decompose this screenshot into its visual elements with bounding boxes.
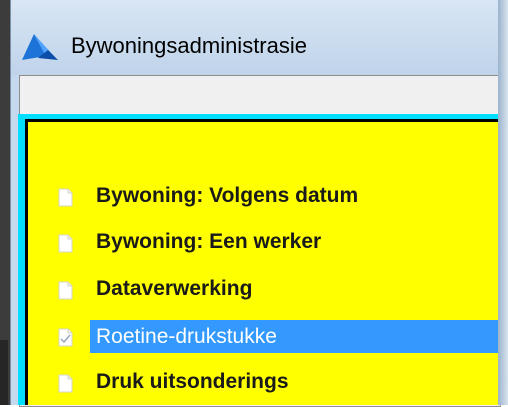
page-check-icon [58,328,73,347]
title-bar[interactable]: Bywoningsadministrasie [11,0,499,75]
window-title: Bywoningsadministrasie [71,33,307,58]
menu-panel [28,122,508,405]
page-icon [58,234,73,253]
menu-item-bywoning-een-werker[interactable]: Bywoning: Een werker [48,226,498,258]
menu-item-dataverwerking[interactable]: Dataverwerking [48,273,498,305]
menu-item-label: Bywoning: Een werker [96,230,322,253]
menu-item-roetine-drukstukke[interactable]: Roetine-drukstukke [90,320,498,353]
menu-item-druk-uitsonderings[interactable]: Druk uitsonderings [48,366,498,398]
window-right-edge [498,0,508,405]
page-icon [58,374,73,393]
page-icon [58,281,73,300]
menu-item-bywoning-volgens-datum[interactable]: Bywoning: Volgens datum [48,180,498,212]
menu-item-label: Bywoning: Volgens datum [96,184,359,207]
background-window-edge-lower [0,340,8,405]
menu-item-label: Roetine-drukstukke [96,325,277,348]
menu-item-label: Druk uitsonderings [96,370,289,393]
page-icon [58,188,73,207]
menu-item-label: Dataverwerking [96,277,253,300]
app-triangle-logo-icon [22,34,58,60]
